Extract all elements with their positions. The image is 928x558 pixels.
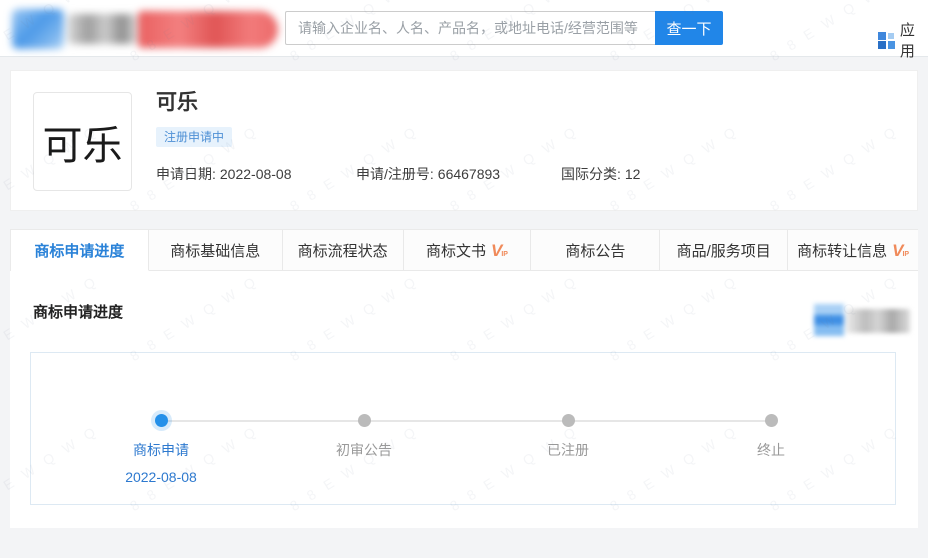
search-button[interactable]: 查一下 (655, 11, 723, 45)
tab-application-progress[interactable]: 商标申请进度 (11, 230, 149, 271)
timeline-step-label: 商标申请 (76, 440, 246, 460)
tab-transfer-info[interactable]: 商标转让信息 VIP (788, 230, 918, 271)
tab-label: 商标基础信息 (170, 240, 260, 261)
trademark-summary-card: 可乐 可乐 注册申请中 申请日期:2022-08-08 申请/注册号:66467… (10, 70, 918, 211)
field-apply-date: 申请日期:2022-08-08 (156, 164, 356, 184)
trademark-tab-bar: 商标申请进度 商标基础信息 商标流程状态 商标文书 VIP 商标公告 商品/服务… (10, 229, 918, 271)
timeline-dot (358, 414, 371, 427)
site-logo-blurred[interactable] (10, 7, 276, 51)
tab-label: 商品/服务项目 (677, 240, 771, 261)
tab-label: 商标文书 (426, 240, 486, 261)
tab-process-status[interactable]: 商标流程状态 (283, 230, 404, 271)
field-value: 2022-08-08 (220, 166, 292, 182)
field-value: 66467893 (438, 166, 500, 182)
field-value: 12 (625, 166, 641, 182)
trademark-fields: 申请日期:2022-08-08 申请/注册号:66467893 国际分类:12 (156, 164, 640, 184)
timeline-step-preliminary-publication: 初审公告 (279, 414, 449, 460)
timeline-dot (562, 414, 575, 427)
tab-documents[interactable]: 商标文书 VIP (404, 230, 532, 271)
tab-basic-info[interactable]: 商标基础信息 (149, 230, 283, 271)
corner-logo-blurred (814, 304, 914, 342)
timeline-step-date: 2022-08-08 (76, 469, 246, 485)
corner-gray-blur (846, 309, 910, 333)
timeline-step-label: 初审公告 (279, 440, 449, 460)
timeline-connector-line (161, 420, 771, 422)
timeline-step-label: 已注册 (483, 440, 653, 460)
logo-gray-blur (68, 14, 136, 44)
vip-icon: VIP (491, 242, 508, 259)
trademark-name: 可乐 (156, 86, 640, 116)
timeline-dot-active (155, 414, 168, 427)
apps-grid-icon (878, 32, 894, 49)
corner-blue-blur (814, 304, 844, 336)
tab-label: 商标流程状态 (298, 240, 388, 261)
top-header: 查一下 应用 (0, 0, 928, 57)
timeline-step-registered: 已注册 (483, 414, 653, 460)
tab-announcements[interactable]: 商标公告 (531, 230, 660, 271)
trademark-image: 可乐 (33, 92, 132, 191)
search-bar: 查一下 (285, 11, 723, 45)
apps-label: 应用 (900, 19, 928, 61)
field-label: 国际分类: (561, 166, 621, 182)
field-international-class: 国际分类:12 (561, 164, 640, 184)
vip-icon: VIP (892, 242, 909, 259)
status-badge: 注册申请中 (156, 127, 232, 147)
trademark-info: 可乐 注册申请中 申请日期:2022-08-08 申请/注册号:66467893… (156, 86, 640, 184)
tab-goods-services[interactable]: 商品/服务项目 (660, 230, 788, 271)
search-input[interactable] (285, 11, 655, 45)
timeline-dot (765, 414, 778, 427)
application-progress-panel: 商标申请进度 商标申请 2022-08-08 初审公告 已注册 终止 (10, 271, 918, 528)
logo-red-blur (138, 11, 278, 48)
field-registration-number: 申请/注册号:66467893 (356, 164, 561, 184)
field-label: 申请日期: (156, 166, 216, 182)
tab-label: 商标公告 (565, 240, 625, 261)
section-title: 商标申请进度 (33, 301, 123, 322)
tab-label: 商标申请进度 (34, 240, 124, 261)
logo-blue-blur (12, 9, 64, 49)
field-label: 申请/注册号: (356, 166, 434, 182)
apps-menu[interactable]: 应用 (878, 19, 928, 61)
timeline-step-label: 终止 (686, 440, 856, 460)
timeline-step-application: 商标申请 2022-08-08 (76, 414, 246, 485)
tab-label: 商标转让信息 (797, 240, 887, 261)
progress-timeline: 商标申请 2022-08-08 初审公告 已注册 终止 (30, 352, 896, 505)
timeline-step-terminated: 终止 (686, 414, 856, 460)
